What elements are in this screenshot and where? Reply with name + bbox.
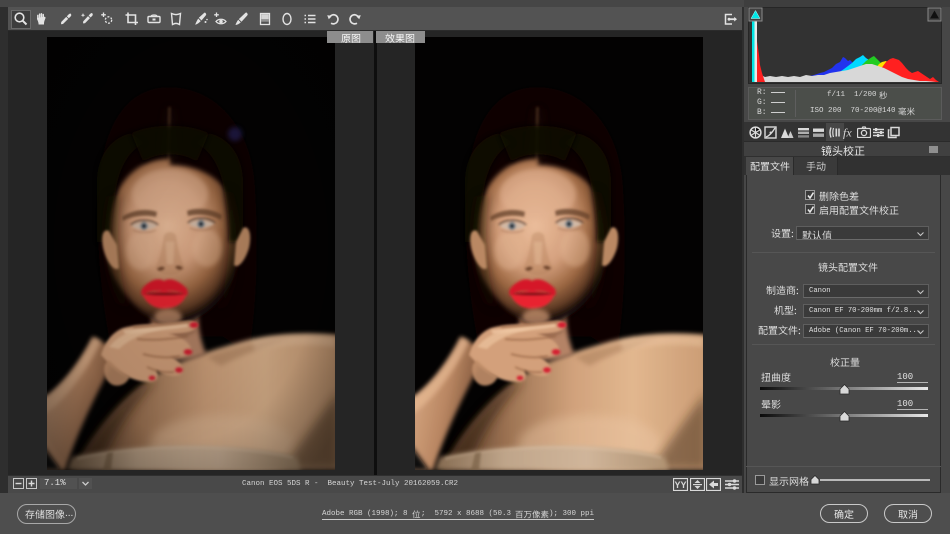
svg-text:fx: fx [843,126,852,139]
svg-text:YY: YY [675,480,687,490]
